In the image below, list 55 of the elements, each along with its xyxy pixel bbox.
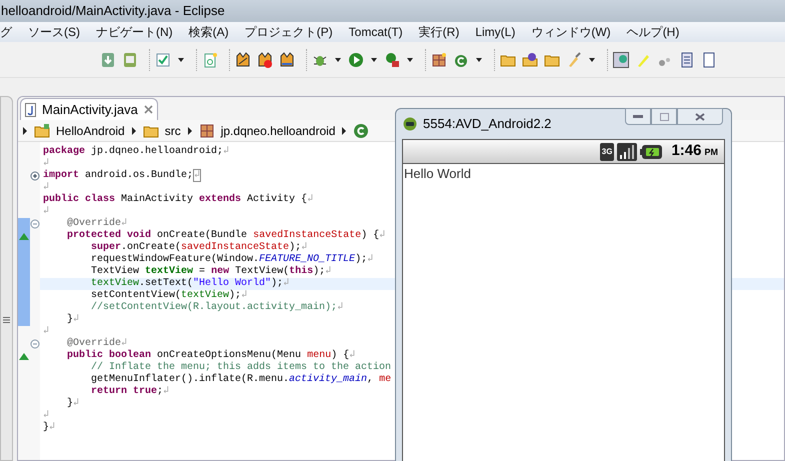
clock-period: PM	[704, 146, 718, 160]
breadcrumb-item[interactable]: src	[164, 122, 181, 140]
package-icon[interactable]	[198, 122, 215, 138]
override-triangle-icon	[19, 351, 29, 361]
folder-globe-icon[interactable]	[522, 52, 538, 68]
document-icon[interactable]	[679, 52, 695, 68]
close-icon[interactable]	[144, 105, 153, 114]
menu-item[interactable]: グ	[0, 23, 12, 41]
signal-icon	[617, 142, 638, 160]
menu-item[interactable]: ウィンドウ(W)	[531, 23, 611, 41]
close-button[interactable]	[677, 108, 723, 125]
maximize-button[interactable]	[651, 108, 677, 125]
menu-item[interactable]: ナビゲート(N)	[96, 23, 173, 41]
grip-icon[interactable]	[3, 317, 10, 323]
run-external-icon[interactable]	[384, 52, 400, 68]
menu-item[interactable]: 実行(R)	[418, 23, 460, 41]
collapse-icon[interactable]	[30, 339, 40, 349]
maximize-icon	[660, 112, 668, 120]
panel-icon[interactable]	[701, 52, 717, 68]
menu-item[interactable]: プロジェクト(P)	[244, 23, 333, 41]
collapse-icon[interactable]	[30, 219, 40, 229]
network-badge: 3G	[600, 142, 614, 160]
project-folder-icon[interactable]	[34, 122, 50, 138]
editor-tab[interactable]: MainActivity.java	[20, 98, 158, 120]
checkbox-icon[interactable]	[155, 52, 171, 68]
battery-icon	[640, 144, 662, 158]
brush-icon[interactable]	[566, 52, 582, 68]
arrow-icon[interactable]	[130, 126, 137, 136]
expand-icon[interactable]	[30, 171, 40, 181]
package-icon[interactable]	[431, 52, 447, 68]
emulator-title: 5554:AVD_Android2.2	[423, 115, 552, 134]
toggle-icon[interactable]	[613, 52, 629, 68]
breadcrumb-item[interactable]: jp.dqneo.helloandroid	[220, 122, 336, 140]
cat-icon[interactable]	[235, 52, 251, 68]
run-icon[interactable]	[348, 52, 364, 68]
cat-refresh-icon[interactable]	[279, 52, 295, 68]
arrow-icon[interactable]	[341, 126, 348, 136]
cat-stop-icon[interactable]	[257, 52, 273, 68]
minimize-icon	[633, 115, 643, 118]
arrow-icon[interactable]	[186, 126, 193, 136]
close-icon	[695, 112, 705, 120]
window-title: helloandroid/MainActivity.java - Eclipse	[1, 2, 225, 20]
breadcrumb-item[interactable]: HelloAndroid	[56, 122, 125, 140]
android-emulator-icon	[403, 117, 417, 131]
menu-item[interactable]: ソース(S)	[28, 23, 80, 41]
minimize-button[interactable]	[625, 108, 651, 125]
java-file-icon	[25, 102, 36, 116]
menu-item[interactable]: Limy(L)	[475, 23, 516, 41]
download-icon[interactable]	[100, 52, 116, 68]
arrow-icon[interactable]	[22, 126, 28, 136]
new-file-icon[interactable]	[202, 52, 218, 68]
menu-item[interactable]: Tomcat(T)	[348, 23, 403, 41]
menu-item[interactable]: ヘルプ(H)	[626, 23, 680, 41]
class-icon[interactable]	[353, 122, 370, 138]
menu-item[interactable]: 検索(A)	[188, 23, 229, 41]
